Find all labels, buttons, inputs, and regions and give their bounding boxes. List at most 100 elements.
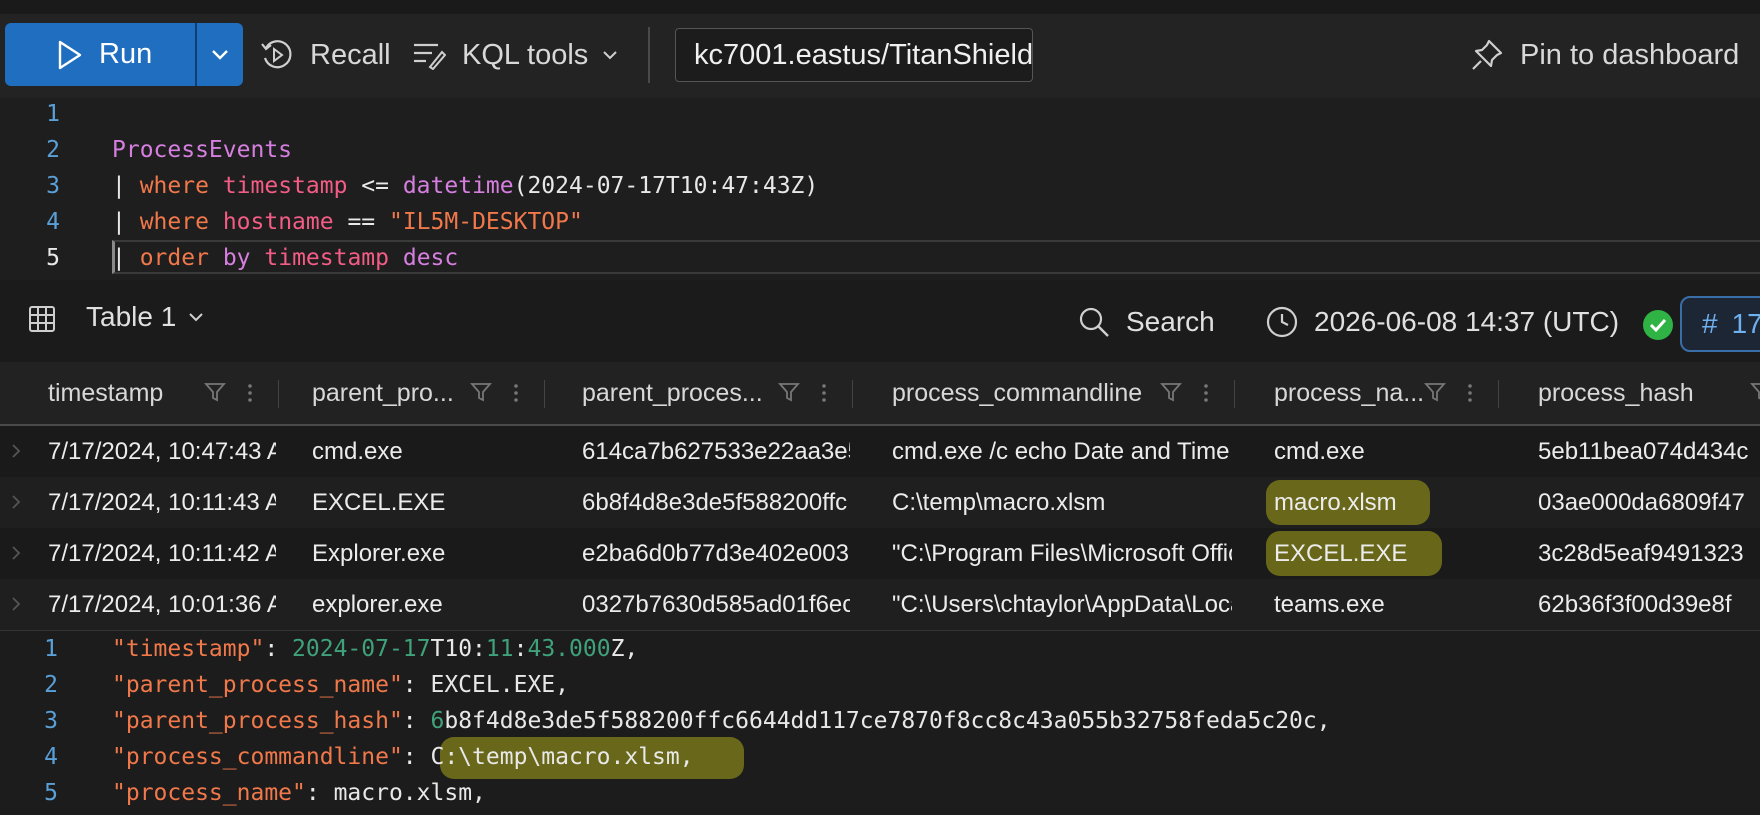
more-vertical-icon[interactable] [246, 382, 254, 404]
table-cell: 7/17/2024, 10:47:43 AM [48, 438, 276, 465]
table-grid-icon [29, 306, 55, 332]
table-row[interactable]: 7/17/2024, 10:11:43 AM EXCEL.EXE 6b8f4d8e3… [0, 477, 1760, 529]
pin-label: Pin to dashboard [1520, 38, 1740, 71]
play-icon [58, 40, 82, 69]
line-number: 1 [46, 101, 60, 127]
filter-icon[interactable] [778, 381, 800, 403]
column-header[interactable]: process_hash [1520, 362, 1760, 424]
table-cell: C:\temp\macro.xlsm [892, 489, 1106, 516]
json-token: "process_commandline" [112, 744, 403, 770]
code-token: where [139, 209, 209, 235]
json-token: 2024-07-17 [292, 636, 431, 662]
line-number: 5 [46, 245, 60, 271]
json-token: : EXCEL.EXE, [402, 672, 569, 698]
json-line: 4 "process_commandline": C:\temp\macro.xl… [0, 737, 1760, 779]
table-cell: 7/17/2024, 10:11:42 AM [48, 540, 276, 567]
record-count-badge[interactable]: # 17 [1680, 296, 1760, 352]
table-cell: macro.xlsm [1274, 489, 1397, 516]
filter-icon[interactable] [1424, 381, 1446, 403]
table-cell: cmd.exe /c echo Date and Time : [892, 438, 1232, 465]
more-vertical-icon[interactable] [820, 382, 828, 404]
chevron-down-icon [603, 51, 617, 60]
column-separator[interactable] [852, 380, 853, 408]
table-cell: EXCEL.EXE [312, 489, 446, 516]
code-token: "IL5M-DESKTOP" [388, 209, 583, 235]
run-options-dropdown[interactable] [197, 23, 243, 86]
table-row[interactable]: 7/17/2024, 10:47:43 AM cmd.exe 614ca7b6275… [0, 426, 1760, 478]
editor-line[interactable]: 3 | where timestamp <= datetime(2024-07-1… [0, 168, 1760, 204]
column-header-label: parent_pro... [312, 378, 454, 407]
filter-icon[interactable] [1750, 381, 1760, 403]
table-row[interactable]: 7/17/2024, 10:11:42 AM Explorer.exe e2ba6d… [0, 528, 1760, 580]
column-header[interactable]: process_na... [1256, 362, 1500, 424]
json-token: : [402, 708, 431, 734]
recall-button[interactable]: Recall [260, 33, 391, 77]
json-code: "parent_process_name": EXCEL.EXE, [112, 667, 569, 703]
editor-line[interactable]: 1 [0, 96, 1760, 132]
cluster-database-selector[interactable]: kc7001.eastus/TitanShield [675, 28, 1033, 82]
filter-icon[interactable] [204, 381, 226, 403]
chevron-right-icon[interactable] [10, 493, 22, 511]
table-row[interactable]: 7/17/2024, 10:01:36 AM explorer.exe 0327b7… [0, 579, 1760, 631]
column-header-label: process_na... [1274, 378, 1425, 407]
editor-line[interactable]: 5 | order by timestamp desc [0, 240, 1760, 276]
json-token: 6 [430, 708, 445, 734]
editor-line[interactable]: 4 | where hostname == "IL5M-DESKTOP" [0, 204, 1760, 240]
column-header[interactable]: parent_proces... [564, 362, 854, 424]
code-token: timestamp [264, 245, 389, 271]
kql-tools-menu[interactable]: KQL tools [412, 33, 634, 77]
table-cell: 5eb11bea074d434c [1538, 438, 1749, 465]
filter-icon[interactable] [470, 381, 492, 403]
search-label: Search [1126, 306, 1215, 337]
pin-to-dashboard-button[interactable]: Pin to dashboard [1470, 33, 1739, 77]
chevron-right-icon[interactable] [10, 442, 22, 460]
search-results-button[interactable]: Search [1078, 306, 1215, 338]
run-label: Run [99, 38, 153, 70]
table-cell: 7/17/2024, 10:11:43 AM [48, 489, 276, 516]
json-token: 11 [485, 636, 514, 662]
column-separator[interactable] [1498, 380, 1499, 408]
column-separator[interactable] [1234, 380, 1235, 408]
json-code: "process_commandline": C:\temp\macro.xls… [112, 739, 694, 775]
more-vertical-icon[interactable] [512, 382, 520, 404]
column-header-label: process_hash [1538, 378, 1694, 407]
result-table-selector[interactable]: Table 1 [86, 301, 204, 333]
json-code: "timestamp": 2024-07-17T10:11:43.000Z, [112, 631, 638, 667]
column-separator[interactable] [278, 380, 279, 408]
editor-code: ProcessEvents [112, 132, 292, 168]
results-grid-header: timestamp parent_pro... parent_proces... pr… [0, 362, 1760, 426]
chevron-right-icon[interactable] [10, 595, 22, 613]
json-token: : macro.xlsm, [305, 780, 486, 806]
count-prefix: # [1702, 308, 1718, 339]
filter-icon[interactable] [1160, 381, 1182, 403]
editor-code: | order by timestamp desc [112, 240, 458, 276]
run-button[interactable]: Run [5, 23, 195, 86]
table-cell: Explorer.exe [312, 540, 446, 567]
kql-tools-icon [414, 43, 446, 70]
table-cell: "C:\Users\chtaylor\AppData\Local [892, 591, 1232, 618]
json-token: "timestamp" [112, 636, 265, 662]
line-number: 4 [44, 744, 58, 770]
column-header[interactable]: process_commandline [874, 362, 1236, 424]
column-separator[interactable] [544, 380, 545, 408]
editor-line[interactable]: 2 ProcessEvents [0, 132, 1760, 168]
json-token: 43.000 [527, 636, 611, 662]
table-cell: 6b8f4d8e3de5f588200ffc [582, 489, 848, 516]
chevron-right-icon[interactable] [10, 544, 22, 562]
record-count: 17 [1731, 308, 1760, 339]
recall-icon [261, 40, 292, 69]
code-token: ProcessEvents [112, 137, 293, 163]
json-line: 5 "process_name": macro.xlsm, [0, 775, 1760, 811]
column-header[interactable]: parent_pro... [294, 362, 546, 424]
more-vertical-icon[interactable] [1202, 382, 1210, 404]
code-token: <= [347, 173, 403, 199]
json-token: "parent_process_hash" [112, 708, 403, 734]
code-token: by [222, 245, 251, 271]
table-cell: 7/17/2024, 10:01:36 AM [48, 591, 276, 618]
more-vertical-icon[interactable] [1466, 382, 1474, 404]
column-header[interactable]: timestamp [30, 362, 280, 424]
code-token: desc [402, 245, 459, 271]
json-token: : C:\temp\macro.xlsm, [402, 744, 694, 770]
json-token: Z, [610, 636, 639, 662]
